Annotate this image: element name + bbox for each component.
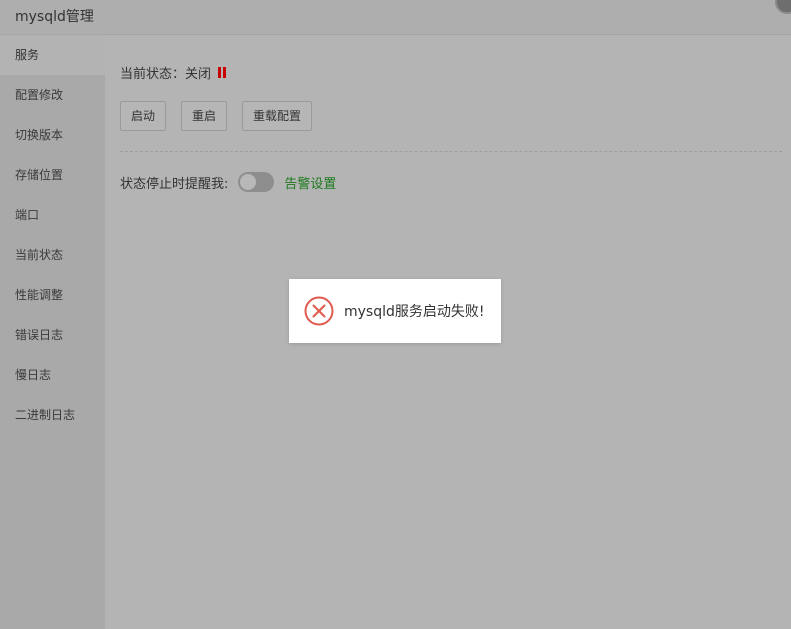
error-toast: mysqld服务启动失败! <box>289 279 501 343</box>
start-button[interactable]: 启动 <box>120 101 167 131</box>
sidebar-item-port[interactable]: 端口 <box>0 195 105 235</box>
sidebar-item-storage-location[interactable]: 存储位置 <box>0 155 105 195</box>
sidebar-item-switch-version[interactable]: 切换版本 <box>0 115 105 155</box>
stop-alert-row: 状态停止时提醒我: 告警设置 <box>120 172 336 192</box>
error-circle-x-icon <box>304 296 334 326</box>
sidebar-item-service[interactable]: 服务 <box>0 35 105 75</box>
status-label: 当前状态： <box>120 67 186 82</box>
status-value: 关闭 <box>185 67 212 82</box>
window-title: mysqld管理 <box>15 9 94 25</box>
service-status: 当前状态： 关闭 <box>120 63 227 82</box>
stop-alert-label: 状态停止时提醒我: <box>120 176 229 192</box>
toast-message: mysqld服务启动失败! <box>344 304 485 320</box>
restart-button[interactable]: 重启 <box>181 101 228 131</box>
sidebar: 服务 配置修改 切换版本 存储位置 端口 当前状态 性能调整 错误日志 慢日志 … <box>0 35 105 629</box>
sidebar-item-performance-tuning[interactable]: 性能调整 <box>0 275 105 315</box>
title-bar: mysqld管理 <box>0 0 791 35</box>
sidebar-item-config-edit[interactable]: 配置修改 <box>0 75 105 115</box>
service-actions: 启动 重启 重载配置 <box>120 101 327 131</box>
reload-config-button[interactable]: 重载配置 <box>242 101 313 131</box>
stopped-status-icon <box>218 67 227 78</box>
mysqld-manager-window: mysqld管理 服务 配置修改 切换版本 存储位置 端口 当前状态 性能调整 … <box>0 0 791 629</box>
stop-alert-toggle[interactable] <box>238 172 275 192</box>
alert-settings-link[interactable]: 告警设置 <box>284 173 336 192</box>
sidebar-item-slow-log[interactable]: 慢日志 <box>0 355 105 395</box>
toggle-knob <box>240 174 257 190</box>
divider <box>120 151 782 152</box>
sidebar-item-current-status[interactable]: 当前状态 <box>0 235 105 275</box>
sidebar-item-binary-log[interactable]: 二进制日志 <box>0 395 105 435</box>
sidebar-item-error-log[interactable]: 错误日志 <box>0 315 105 355</box>
